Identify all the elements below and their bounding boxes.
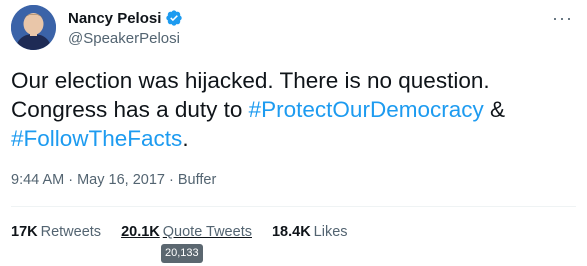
retweets-count: 17K: [11, 224, 38, 240]
engagement-stats: 17K Retweets 20.1K Quote Tweets 18.4K Likes: [11, 224, 348, 240]
likes-count: 18.4K: [271, 224, 311, 240]
separator: ·: [64, 172, 78, 188]
tweet-line-1: Our election was hijacked. There is no q…: [11, 68, 490, 93]
tweet-text: Our election was hijacked. There is no q…: [11, 66, 576, 153]
count-tooltip: 20,133: [161, 244, 203, 263]
hashtag-link[interactable]: #FollowTheFacts: [11, 126, 182, 151]
more-options-icon[interactable]: ···: [552, 8, 573, 29]
tweet-text-segment: Congress has a duty to: [11, 97, 249, 122]
tweet-date[interactable]: May 16, 2017: [77, 172, 165, 188]
author-name[interactable]: Nancy Pelosi: [68, 10, 161, 27]
quote-tweets-label: Quote Tweets: [162, 224, 252, 240]
tweet-text-segment: &: [483, 97, 505, 122]
author-handle[interactable]: @SpeakerPelosi: [68, 30, 180, 47]
tweet-source[interactable]: Buffer: [178, 172, 216, 188]
likes-stat[interactable]: 18.4K Likes: [272, 224, 348, 240]
quote-tweets-count: 20.1K: [121, 224, 160, 240]
tweet-line-2: Congress has a duty to #ProtectOurDemocr…: [11, 95, 576, 124]
likes-label: Likes: [313, 224, 348, 240]
divider: [11, 206, 576, 207]
profile-photo: [11, 5, 56, 50]
tweet-metadata: 9:44 AM · May 16, 2017 · Buffer: [11, 172, 216, 188]
quote-tweets-stat[interactable]: 20.1K Quote Tweets: [121, 224, 252, 240]
retweets-stat[interactable]: 17K Retweets: [11, 224, 101, 240]
retweets-label: Retweets: [40, 224, 102, 240]
separator: ·: [164, 172, 178, 188]
hashtag-link[interactable]: #ProtectOurDemocracy: [249, 97, 484, 122]
tweet-line-3: #FollowTheFacts.: [11, 124, 576, 153]
tweet-text-segment: .: [182, 126, 189, 151]
tweet-time[interactable]: 9:44 AM: [11, 172, 64, 188]
verified-badge-icon: [166, 10, 183, 26]
avatar[interactable]: [11, 5, 56, 50]
